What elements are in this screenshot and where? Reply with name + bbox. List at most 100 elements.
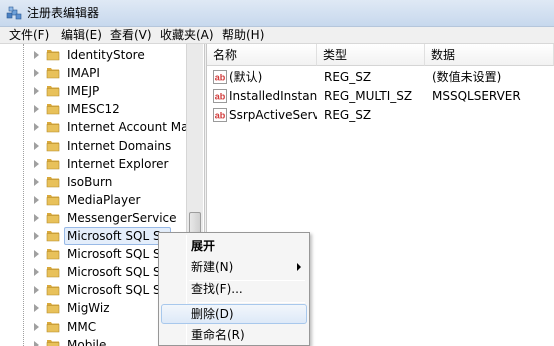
tree-item[interactable]: Internet Explorer	[0, 155, 186, 173]
folder-icon	[46, 249, 60, 260]
column-header-type[interactable]: 类型	[317, 44, 425, 66]
expand-arrow-icon[interactable]	[34, 214, 39, 222]
value-name-cell: InstalledInstan...	[229, 89, 317, 103]
tree-item[interactable]: Internet Domains	[0, 137, 186, 155]
svg-text:ab: ab	[215, 73, 226, 83]
expand-arrow-icon[interactable]	[34, 51, 39, 59]
folder-icon	[46, 285, 60, 296]
window-title: 注册表编辑器	[27, 6, 100, 20]
folder-icon	[46, 303, 60, 314]
tree-item-label: MessengerService	[67, 211, 177, 225]
expand-arrow-icon[interactable]	[34, 232, 39, 240]
expand-arrow-icon[interactable]	[34, 341, 39, 346]
expand-arrow-icon[interactable]	[34, 304, 39, 312]
folder-icon	[46, 104, 60, 115]
folder-icon	[46, 141, 60, 152]
tree-item-label: IMEJP	[67, 84, 100, 98]
tree-item-label: MediaPlayer	[67, 193, 141, 207]
tree-item[interactable]: IdentityStore	[0, 46, 186, 64]
context-menu-find[interactable]: 查找(F)...	[161, 279, 307, 299]
tree-item-label: IsoBurn	[67, 175, 113, 189]
tree-item-label: Internet Domains	[67, 139, 172, 153]
tree-scrollbar-thumb[interactable]	[189, 212, 201, 234]
expand-arrow-icon[interactable]	[34, 323, 39, 331]
tree-item[interactable]: Internet Account Mana	[0, 118, 203, 136]
expand-arrow-icon[interactable]	[34, 268, 39, 276]
registry-editor-icon	[6, 6, 22, 20]
tree-item-label: Microsoft SQL Se	[64, 227, 171, 245]
folder-icon	[46, 195, 60, 206]
value-name-cell: (默认)	[229, 70, 263, 84]
tree-item-label: MMC	[67, 320, 97, 334]
context-menu-label: 重命名(R)	[191, 328, 245, 342]
folder-icon	[46, 267, 60, 278]
value-row[interactable]: abSsrpActiveServ... REG_SZ	[207, 106, 554, 125]
menu-bar: 文件(F) 编辑(E) 查看(V) 收藏夹(A) 帮助(H)	[0, 27, 554, 44]
context-menu-new[interactable]: 新建(N)	[161, 257, 307, 277]
string-value-icon: ab	[213, 89, 227, 103]
value-data-cell	[432, 106, 554, 125]
value-data-cell: (数值未设置)	[432, 70, 502, 84]
menu-view[interactable]: 查看(V)	[110, 28, 152, 43]
folder-icon	[46, 122, 60, 133]
menu-edit[interactable]: 编辑(E)	[61, 28, 102, 43]
expand-arrow-icon[interactable]	[34, 105, 39, 113]
folder-icon	[46, 50, 60, 61]
submenu-arrow-icon	[297, 263, 301, 271]
context-menu-label: 查找(F)...	[191, 282, 243, 296]
folder-icon	[46, 68, 60, 79]
value-name-cell: SsrpActiveServ...	[229, 108, 317, 122]
menu-help[interactable]: 帮助(H)	[222, 28, 264, 43]
context-menu-label: 展开	[191, 239, 216, 253]
folder-icon	[46, 86, 60, 97]
title-bar: 注册表编辑器	[0, 0, 554, 27]
value-row[interactable]: abInstalledInstan... REG_MULTI_SZ MSSQLSER…	[207, 87, 554, 106]
expand-arrow-icon[interactable]	[34, 196, 39, 204]
value-type-cell: REG_SZ	[324, 108, 372, 122]
tree-item-label: IMESC12	[67, 102, 120, 116]
context-menu-rename[interactable]: 重命名(R)	[161, 325, 307, 345]
expand-arrow-icon[interactable]	[34, 286, 39, 294]
expand-arrow-icon[interactable]	[34, 87, 39, 95]
column-header-name[interactable]: 名称	[207, 44, 317, 66]
tree-item[interactable]: IMESC12	[0, 100, 186, 118]
string-value-icon: ab	[213, 70, 227, 84]
folder-icon	[46, 213, 60, 224]
context-menu-label: 新建(N)	[191, 260, 234, 274]
context-menu-delete[interactable]: 删除(D)	[161, 304, 307, 324]
tree-item[interactable]: IsoBurn	[0, 173, 186, 191]
tree-item-label: MigWiz	[67, 301, 110, 315]
expand-arrow-icon[interactable]	[34, 69, 39, 77]
expand-arrow-icon[interactable]	[34, 178, 39, 186]
menu-file[interactable]: 文件(F)	[9, 28, 49, 43]
string-value-icon: ab	[213, 108, 227, 122]
tree-item[interactable]: IMEJP	[0, 82, 186, 100]
expand-arrow-icon[interactable]	[34, 160, 39, 168]
value-type-cell: REG_MULTI_SZ	[324, 89, 413, 103]
tree-item-label: Internet Account Mana	[67, 120, 204, 134]
expand-arrow-icon[interactable]	[34, 142, 39, 150]
tree-item-label: Mobile	[67, 338, 107, 346]
value-row[interactable]: ab (默认) REG_SZ (数值未设置)	[207, 68, 554, 87]
folder-icon	[46, 340, 60, 346]
menu-favorites[interactable]: 收藏夹(A)	[160, 28, 214, 43]
value-data-cell: MSSQLSERVER	[432, 89, 521, 103]
tree-item[interactable]: MediaPlayer	[0, 191, 186, 209]
folder-icon	[46, 159, 60, 170]
column-header-data[interactable]: 数据	[425, 44, 554, 66]
tree-item-label: IMAPI	[67, 66, 100, 80]
tree-item[interactable]: IMAPI	[0, 64, 186, 82]
folder-icon	[46, 322, 60, 333]
svg-text:ab: ab	[215, 92, 226, 102]
folder-icon	[46, 231, 60, 242]
expand-arrow-icon[interactable]	[34, 123, 39, 131]
svg-text:ab: ab	[215, 111, 226, 121]
tree-item-label: Microsoft SQL Se	[67, 247, 168, 261]
context-menu-label: 删除(D)	[191, 307, 234, 321]
expand-arrow-icon[interactable]	[34, 250, 39, 258]
context-menu-expand[interactable]: 展开	[161, 236, 307, 256]
tree-item-label: Microsoft SQL Se	[67, 283, 168, 297]
tree-item-label: IdentityStore	[67, 48, 145, 62]
tree-item[interactable]: MessengerService	[0, 209, 186, 227]
context-menu-separator	[189, 302, 305, 303]
